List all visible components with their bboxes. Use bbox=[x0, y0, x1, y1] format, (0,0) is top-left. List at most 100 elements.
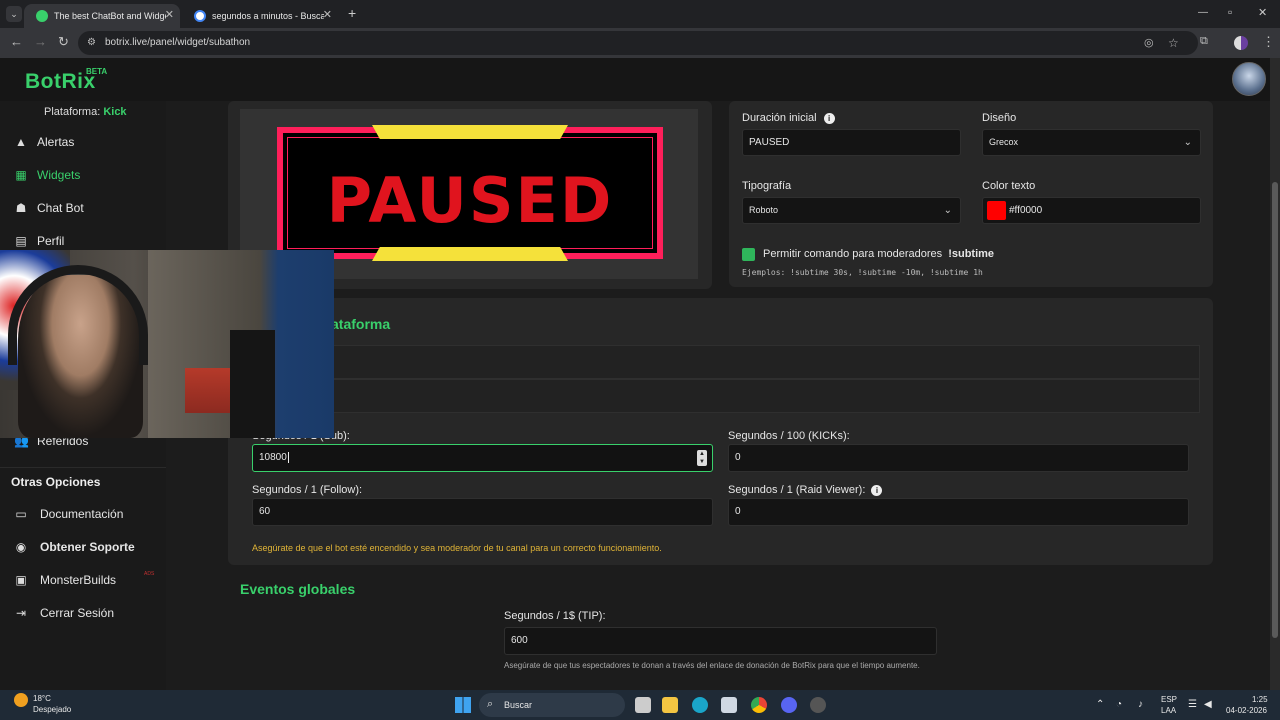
file-explorer-icon[interactable] bbox=[662, 697, 678, 713]
close-tab-icon[interactable]: ✕ bbox=[323, 8, 332, 21]
url-field[interactable]: ⚙ botrix.live/panel/widget/subathon ◎ ☆ bbox=[78, 31, 1198, 55]
clock-date[interactable]: 04-02-2026 bbox=[1226, 706, 1267, 715]
logout-icon: ⇥ bbox=[15, 606, 27, 620]
maximize-button[interactable]: ▫ bbox=[1228, 5, 1232, 19]
lang-bottom[interactable]: LAA bbox=[1161, 706, 1176, 715]
chevron-down-icon: ⌄ bbox=[1183, 137, 1192, 148]
tab-title: segundos a minutos - Buscar c bbox=[212, 11, 324, 21]
extensions-icon[interactable]: ⧉ bbox=[1200, 35, 1208, 48]
mod-command-checkbox[interactable] bbox=[742, 248, 755, 261]
sidebar-item-documentacion[interactable]: ▭ Documentación bbox=[0, 499, 166, 529]
design-label: Diseño bbox=[982, 112, 1017, 124]
back-arrow-icon[interactable]: ← bbox=[10, 34, 23, 49]
menu-kebab-icon[interactable]: ⋮ bbox=[1262, 34, 1275, 50]
raid-seconds-input[interactable]: 0 bbox=[728, 498, 1189, 526]
windows-taskbar: 18°C Despejado ⌕ Buscar ⌃ ◔ ♪ ESP LAA ☰ … bbox=[0, 690, 1280, 720]
new-tab-button[interactable]: + bbox=[348, 5, 356, 21]
tray-mic-icon[interactable]: ♪ bbox=[1138, 699, 1143, 710]
tray-network-icon[interactable]: ◔ bbox=[1116, 699, 1122, 710]
discord-icon[interactable] bbox=[781, 697, 797, 713]
accordion-row-2[interactable] bbox=[240, 379, 1200, 413]
app-icon[interactable] bbox=[810, 697, 826, 713]
typography-select[interactable]: Roboto ⌄ bbox=[742, 197, 961, 224]
app-header: BotRix BETA bbox=[0, 58, 1270, 101]
forward-arrow-icon[interactable]: → bbox=[34, 34, 47, 49]
task-view-icon[interactable] bbox=[635, 697, 651, 713]
tab-search-icon[interactable]: ⌄ bbox=[6, 6, 22, 22]
windows-start-icon[interactable] bbox=[455, 697, 471, 713]
tip-seconds-input[interactable]: 600 bbox=[504, 627, 937, 655]
edge-icon[interactable] bbox=[692, 697, 708, 713]
platform-value: Kick bbox=[103, 106, 127, 118]
sidebar-item-soporte[interactable]: ◉ Obtener Soporte bbox=[0, 532, 166, 562]
sidebar-item-alertas[interactable]: ▲ Alertas bbox=[0, 127, 166, 157]
mod-command-label: Permitir comando para moderadores !subti… bbox=[763, 248, 995, 260]
bookmark-star-icon[interactable]: ☆ bbox=[1168, 31, 1179, 55]
tip-donation-note: Asegúrate de que tus espectadores te don… bbox=[504, 661, 920, 670]
minimize-button[interactable]: — bbox=[1198, 7, 1208, 18]
tray-volume-icon[interactable]: ◀ bbox=[1204, 699, 1212, 710]
color-swatch[interactable] bbox=[987, 201, 1006, 220]
sidebar-item-label: Chat Bot bbox=[37, 201, 84, 215]
text-color-field[interactable]: #ff0000 bbox=[982, 197, 1201, 224]
user-avatar[interactable] bbox=[1232, 62, 1266, 96]
browser-tab-botrix[interactable]: The best ChatBot and Widgets ✕ bbox=[24, 4, 180, 28]
url-text: botrix.live/panel/widget/subathon bbox=[105, 37, 251, 48]
clock-time[interactable]: 1:25 bbox=[1252, 695, 1268, 704]
other-options-heading: Otras Opciones bbox=[11, 475, 101, 489]
webcam-shelf bbox=[230, 330, 275, 438]
raid-seconds-label: Segundos / 1 (Raid Viewer): i bbox=[728, 484, 883, 496]
text-cursor bbox=[287, 451, 289, 463]
sidebar-divider bbox=[0, 467, 166, 468]
preview-paused-text: PAUSED bbox=[326, 164, 614, 237]
weather-icon[interactable] bbox=[14, 693, 28, 707]
tray-wifi-icon[interactable]: ☰ bbox=[1188, 699, 1197, 710]
sidebar-item-cerrar-sesion[interactable]: ⇥ Cerrar Sesión bbox=[0, 598, 166, 628]
preview-bottom-bar bbox=[372, 247, 568, 261]
tip-seconds-label: Segundos / 1$ (TIP): bbox=[504, 610, 606, 622]
search-icon: ⌕ bbox=[487, 698, 494, 710]
sidebar-item-label: MonsterBuilds bbox=[40, 573, 117, 587]
sidebar-item-label: Widgets bbox=[37, 168, 81, 182]
accordion-row-1[interactable] bbox=[240, 345, 1200, 379]
webcam-overlay bbox=[0, 250, 334, 438]
text-color-label: Color texto bbox=[982, 180, 1036, 192]
sidebar-item-chat-bot[interactable]: ☗ Chat Bot bbox=[0, 193, 166, 223]
close-window-button[interactable]: ✕ bbox=[1258, 6, 1267, 19]
close-tab-icon[interactable]: ✕ bbox=[165, 8, 174, 21]
reload-icon[interactable]: ↻ bbox=[58, 34, 69, 50]
sidebar-item-label: Documentación bbox=[40, 507, 124, 521]
weather-desc: Despejado bbox=[33, 705, 72, 714]
beta-badge: BETA bbox=[86, 67, 108, 76]
info-icon[interactable]: i bbox=[871, 485, 883, 496]
chevron-down-icon: ⌄ bbox=[943, 205, 952, 216]
sidebar-item-widgets[interactable]: ▦ Widgets bbox=[0, 160, 166, 190]
number-stepper-icon[interactable]: ▲ ▼ bbox=[697, 450, 707, 466]
kicks-seconds-input[interactable]: 0 bbox=[728, 444, 1189, 472]
chrome-icon[interactable] bbox=[751, 697, 767, 713]
scrollbar-thumb[interactable] bbox=[1272, 182, 1278, 638]
ads-badge: ADS bbox=[144, 571, 155, 577]
sidebar-item-monsterbuilds[interactable]: ▣ MonsterBuilds bbox=[0, 565, 166, 595]
hide-eye-icon[interactable]: ◎ bbox=[1144, 31, 1154, 55]
browser-tab-google[interactable]: segundos a minutos - Buscar c ✕ bbox=[182, 4, 338, 28]
info-icon[interactable]: i bbox=[823, 113, 835, 124]
initial-duration-input[interactable]: PAUSED bbox=[742, 129, 961, 156]
lang-top[interactable]: ESP bbox=[1161, 695, 1177, 704]
global-events-title: Eventos globales bbox=[240, 581, 356, 597]
typography-label: Tipografía bbox=[742, 180, 792, 192]
kicks-seconds-label: Segundos / 100 (KICKs): bbox=[728, 430, 850, 442]
support-icon: ◉ bbox=[15, 540, 27, 554]
site-info-icon[interactable]: ⚙ bbox=[87, 31, 96, 55]
taskbar-search-box[interactable]: ⌕ Buscar bbox=[479, 693, 625, 717]
follow-seconds-input[interactable]: 60 bbox=[252, 498, 713, 526]
tray-chevron-icon[interactable]: ⌃ bbox=[1096, 699, 1104, 710]
store-icon[interactable] bbox=[721, 697, 737, 713]
id-card-icon: ▤ bbox=[15, 234, 27, 248]
design-select[interactable]: Grecox ⌄ bbox=[982, 129, 1201, 156]
profile-icon[interactable] bbox=[1234, 36, 1248, 50]
book-icon: ▭ bbox=[15, 507, 27, 521]
sub-seconds-input[interactable]: 10800 ▲ ▼ bbox=[252, 444, 713, 472]
sidebar-item-label: Alertas bbox=[37, 135, 75, 149]
initial-duration-label: Duración inicial i bbox=[742, 112, 835, 124]
